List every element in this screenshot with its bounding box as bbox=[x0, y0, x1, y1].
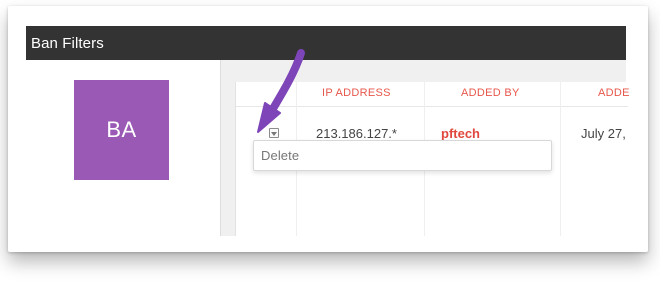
ban-filters-card: Ban Filters BA IP ADDRESS ADDED BY ADDE … bbox=[8, 6, 648, 252]
delete-menu-item[interactable]: Delete bbox=[261, 148, 299, 163]
avatar-initials: BA bbox=[106, 117, 137, 142]
chevron-down-icon bbox=[271, 131, 277, 136]
avatar: BA bbox=[74, 80, 169, 180]
column-header-added-by: ADDED BY bbox=[461, 87, 520, 99]
title-bar: Ban Filters bbox=[26, 26, 626, 60]
added-by-cell[interactable]: pftech bbox=[441, 126, 480, 141]
row-actions-dropdown: Delete bbox=[253, 140, 552, 171]
page-title: Ban Filters bbox=[31, 34, 104, 52]
row-actions-button[interactable] bbox=[269, 128, 279, 138]
date-added-cell: July 27, bbox=[581, 126, 626, 141]
column-header-date-added: ADDE bbox=[598, 87, 630, 99]
column-divider bbox=[560, 82, 561, 236]
ip-address-cell: 213.186.127.* bbox=[316, 126, 397, 141]
column-header-ip-address: IP ADDRESS bbox=[322, 87, 391, 99]
table-header: IP ADDRESS ADDED BY ADDE bbox=[236, 82, 630, 107]
